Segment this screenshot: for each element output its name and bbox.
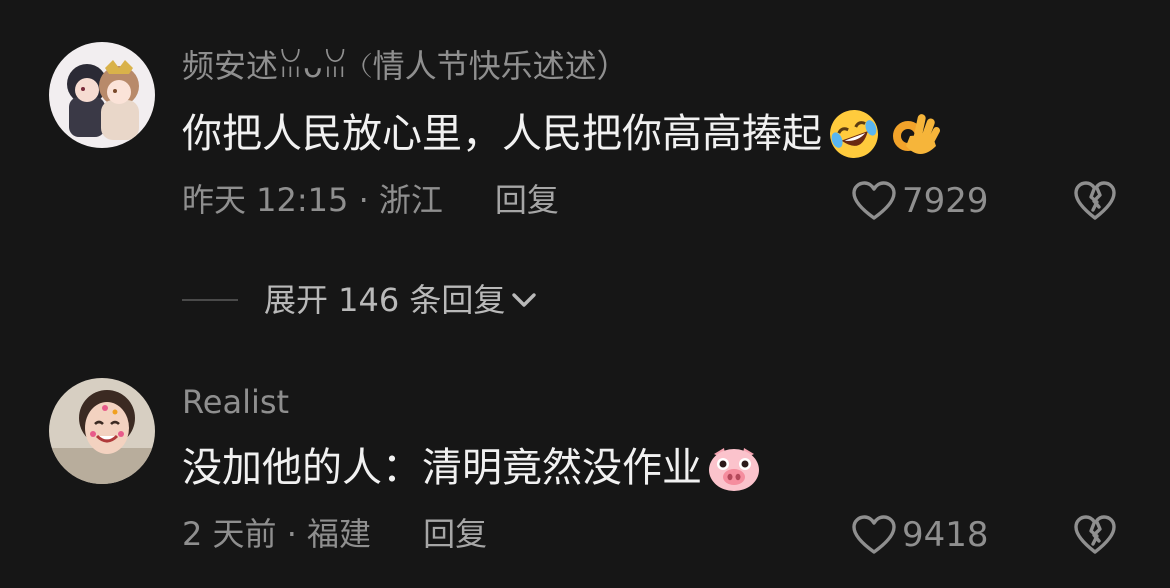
comment-meta: 昨天 12:15 · 浙江 回复 bbox=[182, 180, 559, 220]
comment-username[interactable]: Realist bbox=[182, 382, 289, 422]
heart-outline-icon bbox=[852, 181, 896, 220]
expand-replies-label: 展开 146 条回复 bbox=[264, 281, 506, 319]
like-button[interactable]: 7929 bbox=[850, 180, 989, 222]
heart-outline-icon bbox=[852, 515, 896, 554]
ok-hand-emoji bbox=[886, 106, 942, 162]
comment-text: 没加他的人：清明竟然没作业 bbox=[182, 445, 702, 491]
rolling-laughing-emoji bbox=[826, 106, 882, 162]
comment-text: 你把人民放心里，人民把你高高捧起 bbox=[182, 111, 822, 157]
reply-button[interactable]: 回复 bbox=[495, 180, 559, 220]
divider-line bbox=[182, 299, 238, 301]
comment-content: 没加他的人：清明竟然没作业 bbox=[182, 440, 762, 496]
dislike-button[interactable] bbox=[1072, 180, 1118, 226]
comment-time-location: 2 天前 · 福建 bbox=[182, 515, 372, 553]
comment-username[interactable]: 频安述ꈍᴗꈍ（情人节快乐述述） bbox=[182, 46, 629, 86]
like-count: 7929 bbox=[902, 181, 989, 221]
like-button[interactable]: 9418 bbox=[850, 514, 989, 556]
avatar[interactable] bbox=[49, 42, 155, 148]
like-count: 9418 bbox=[902, 515, 989, 555]
dislike-button[interactable] bbox=[1072, 514, 1118, 560]
expand-replies-button[interactable]: 展开 146 条回复 bbox=[182, 278, 539, 322]
chevron-down-icon bbox=[512, 293, 537, 307]
avatar[interactable] bbox=[49, 378, 155, 484]
comment-meta: 2 天前 · 福建 回复 bbox=[182, 514, 487, 554]
comment-time-location: 昨天 12:15 · 浙江 bbox=[182, 181, 443, 219]
pig-face-emoji bbox=[706, 440, 762, 496]
reply-button[interactable]: 回复 bbox=[423, 514, 487, 554]
comment-content: 你把人民放心里，人民把你高高捧起 bbox=[182, 106, 942, 162]
broken-heart-icon bbox=[1074, 181, 1116, 220]
broken-heart-icon bbox=[1074, 515, 1116, 554]
